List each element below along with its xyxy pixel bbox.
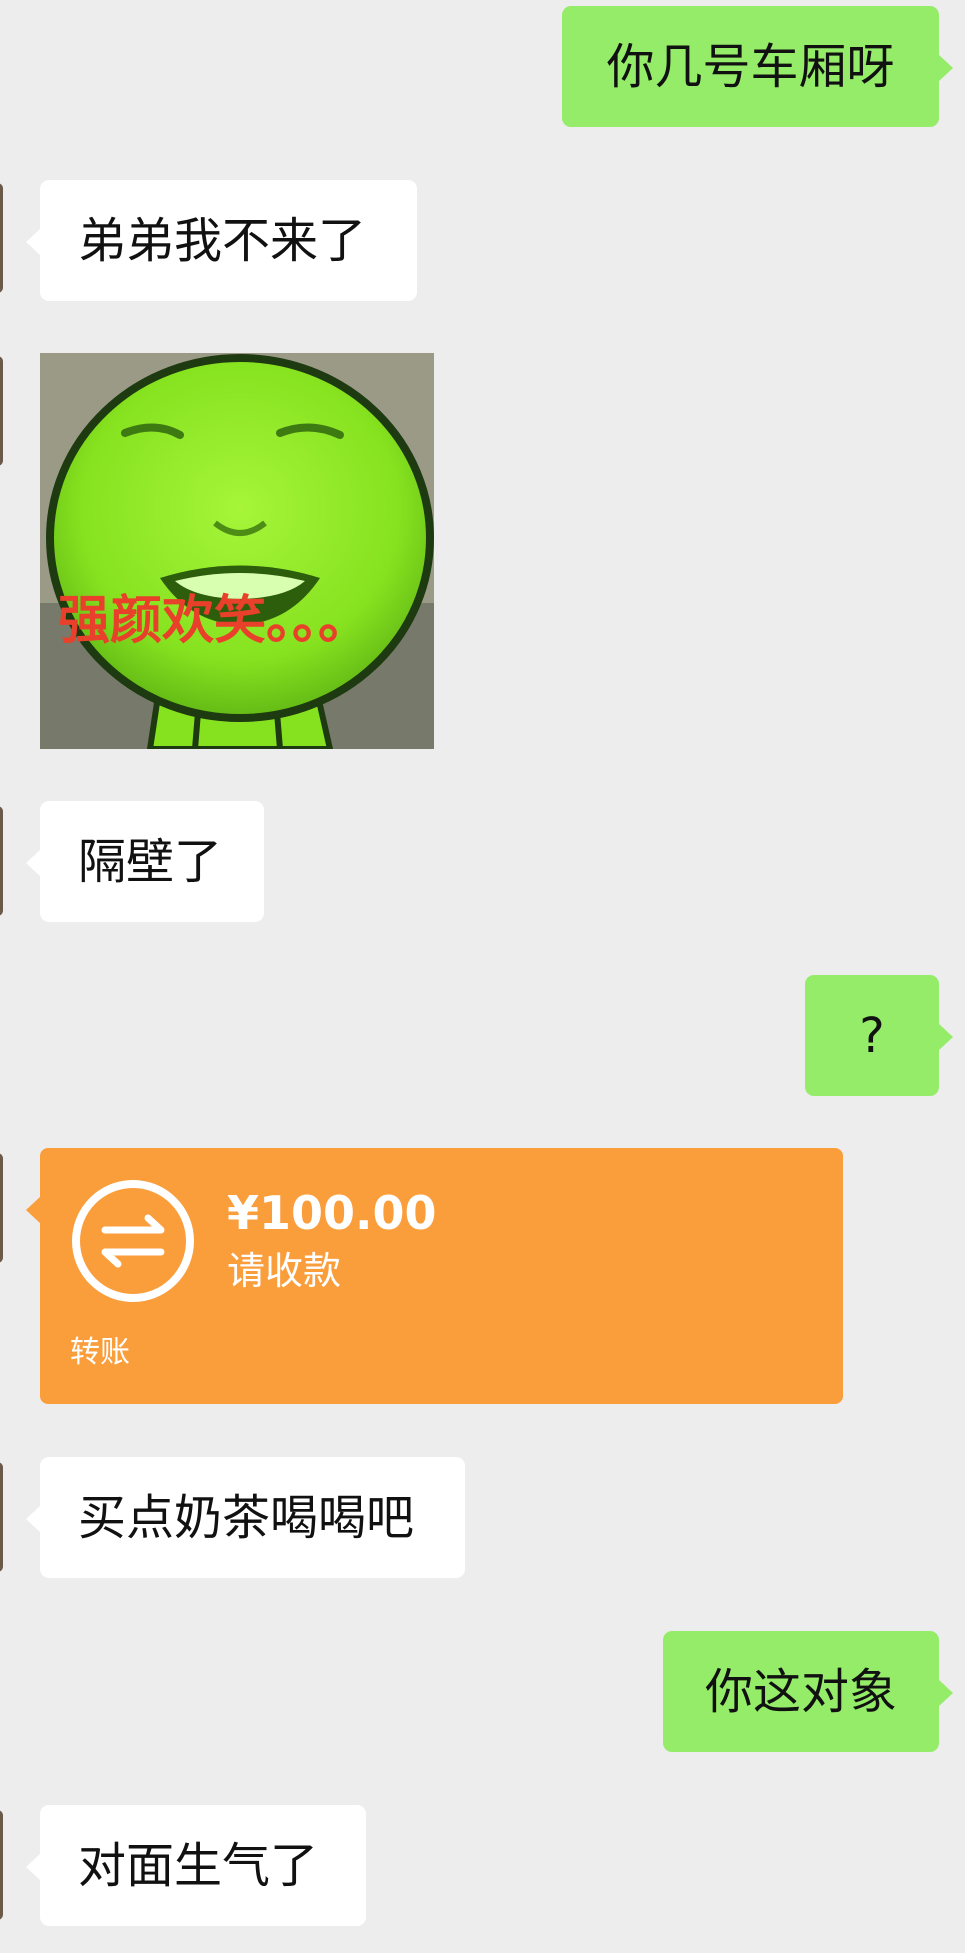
message-text: 你这对象	[704, 1663, 897, 1720]
message-bubble-outgoing[interactable]: ?	[805, 975, 953, 1096]
message-text: 你几号车厢呀	[606, 38, 895, 95]
contact-avatar[interactable]	[0, 356, 3, 466]
contact-avatar[interactable]	[0, 806, 3, 916]
message-text: 买点奶茶喝喝吧	[78, 1489, 415, 1546]
transfer-status: 请收款	[227, 1249, 342, 1293]
contact-avatar[interactable]	[0, 1810, 3, 1920]
message-text: 对面生气了	[78, 1837, 319, 1894]
message-bubble-outgoing[interactable]: 你这对象	[663, 1631, 953, 1752]
contact-avatar[interactable]	[0, 183, 3, 293]
transfer-label: 转账	[70, 1335, 130, 1370]
contact-avatar[interactable]	[0, 1462, 3, 1572]
sticker-image[interactable]: 强颜欢笑。。。	[40, 353, 434, 749]
chat-history[interactable]: 你几号车厢呀 弟弟我不来了 强颜欢笑。。。 隔壁了 ? ¥100.00 请收款 …	[0, 0, 965, 1953]
message-text: 弟弟我不来了	[78, 212, 367, 269]
message-bubble-incoming[interactable]: 买点奶茶喝喝吧	[26, 1457, 465, 1578]
transfer-arrows-icon	[72, 1180, 194, 1302]
message-text: ?	[859, 1007, 885, 1064]
message-bubble-incoming[interactable]: 弟弟我不来了	[26, 180, 417, 301]
svg-text:强颜欢笑。。。: 强颜欢笑。。。	[58, 591, 370, 651]
message-bubble-outgoing[interactable]: 你几号车厢呀	[562, 6, 953, 127]
message-text: 隔壁了	[78, 833, 223, 890]
transfer-amount: ¥100.00	[227, 1186, 437, 1240]
contact-avatar[interactable]	[0, 1153, 3, 1263]
message-bubble-incoming[interactable]: 对面生气了	[26, 1805, 366, 1926]
transfer-card[interactable]: ¥100.00 请收款 转账	[26, 1148, 843, 1404]
message-bubble-incoming[interactable]: 隔壁了	[26, 801, 264, 922]
